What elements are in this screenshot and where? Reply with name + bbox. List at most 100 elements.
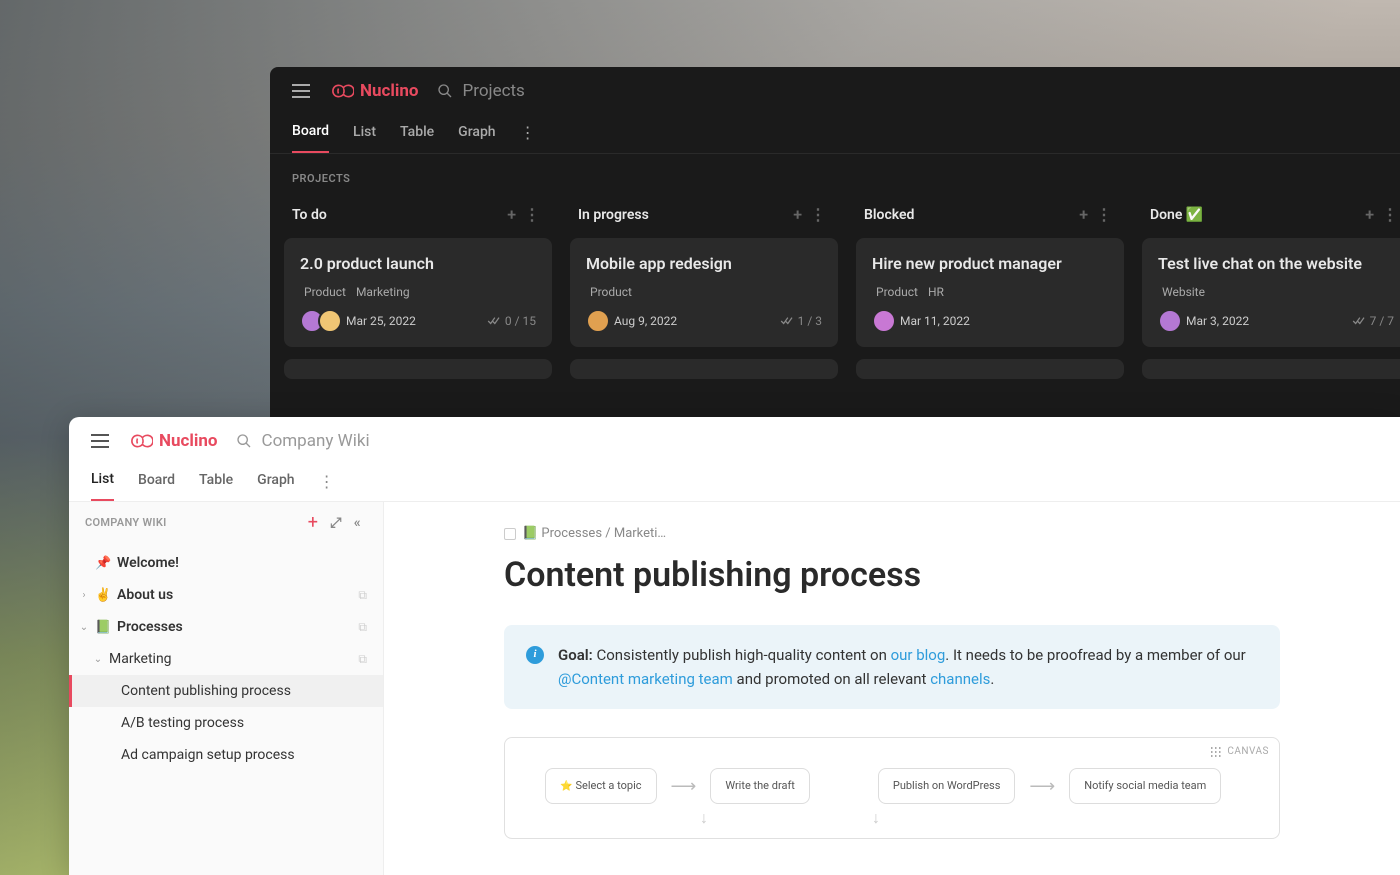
- tab-table[interactable]: Table: [400, 116, 434, 152]
- column-more-icon[interactable]: ⋮: [1378, 205, 1400, 224]
- copy-icon[interactable]: ⧉: [358, 620, 367, 635]
- item-label: A/B testing process: [121, 715, 367, 731]
- card-tags: Website: [1162, 285, 1394, 299]
- sidebar-item[interactable]: Ad campaign setup process: [69, 739, 383, 771]
- card-placeholder[interactable]: [1142, 359, 1400, 379]
- search[interactable]: Projects: [437, 81, 525, 101]
- link-content-team[interactable]: @Content marketing team: [558, 670, 733, 688]
- board-column: In progress + ⋮ Mobile app redesign Produ…: [570, 195, 838, 391]
- card-footer: Mar 25, 2022 0 / 15: [300, 309, 536, 333]
- brain-icon: [328, 82, 354, 100]
- checkbox-icon[interactable]: [504, 528, 516, 540]
- card-footer: Mar 11, 2022: [872, 309, 1108, 333]
- logo[interactable]: Nuclino: [328, 81, 419, 101]
- chevron-icon[interactable]: ⌄: [79, 622, 89, 633]
- card-placeholder[interactable]: [284, 359, 552, 379]
- card-placeholder[interactable]: [856, 359, 1124, 379]
- flow-node[interactable]: Notify social media team: [1069, 768, 1221, 804]
- avatar: [872, 309, 896, 333]
- info-icon: i: [526, 646, 544, 664]
- canvas[interactable]: CANVAS Select a topic ⟶ Write the draft …: [504, 737, 1280, 839]
- add-card-icon[interactable]: +: [1361, 205, 1378, 224]
- card-date: Mar 3, 2022: [1186, 314, 1342, 328]
- link-channels[interactable]: channels: [930, 670, 990, 688]
- column-title: To do: [292, 207, 503, 223]
- sidebar-item[interactable]: ⌄ Marketing ⧉: [69, 643, 383, 675]
- avatars: [872, 309, 890, 333]
- add-card-icon[interactable]: +: [503, 205, 520, 224]
- card[interactable]: 2.0 product launch ProductMarketing Mar …: [284, 238, 552, 347]
- search-placeholder: Company Wiki: [262, 431, 370, 451]
- item-emoji: 📌: [95, 556, 111, 571]
- add-icon[interactable]: +: [302, 512, 325, 533]
- column-more-icon[interactable]: ⋮: [520, 205, 544, 224]
- tab-more-icon[interactable]: ⋮: [319, 472, 335, 495]
- tab-graph[interactable]: Graph: [458, 116, 495, 152]
- page-title: Content publishing process: [504, 555, 1280, 595]
- add-card-icon[interactable]: +: [1075, 205, 1092, 224]
- sidebar-item[interactable]: Content publishing process: [69, 675, 383, 707]
- menu-icon[interactable]: [292, 84, 310, 98]
- tab-list[interactable]: List: [91, 465, 114, 501]
- avatars: [586, 309, 604, 333]
- flow-node[interactable]: Select a topic: [545, 768, 657, 804]
- tab-graph[interactable]: Graph: [257, 466, 294, 500]
- card[interactable]: Hire new product manager ProductHR Mar 1…: [856, 238, 1124, 347]
- item-label: Ad campaign setup process: [121, 747, 367, 763]
- callout-text: and promoted on all relevant: [733, 670, 930, 688]
- sidebar-item[interactable]: 📌Welcome!: [69, 547, 383, 579]
- tab-more-icon[interactable]: ⋮: [520, 123, 536, 146]
- light-header: Nuclino Company Wiki: [69, 417, 1400, 465]
- copy-icon[interactable]: ⧉: [358, 588, 367, 603]
- card-tags: ProductHR: [876, 285, 1108, 299]
- link-our-blog[interactable]: our blog: [891, 646, 946, 664]
- card-title: Test live chat on the website: [1158, 254, 1394, 273]
- item-emoji: ✌️: [95, 588, 111, 603]
- section-label: PROJECTS: [270, 154, 1400, 195]
- card-date: Aug 9, 2022: [614, 314, 770, 328]
- board-column: Blocked + ⋮Hire new product manager Prod…: [856, 195, 1124, 391]
- expand-icon[interactable]: ⤢: [324, 515, 348, 531]
- sidebar-item[interactable]: ⌄📗Processes⧉: [69, 611, 383, 643]
- chevron-icon[interactable]: ›: [79, 590, 89, 601]
- card-footer: Mar 3, 2022 7 / 7: [1158, 309, 1394, 333]
- copy-icon[interactable]: ⧉: [358, 652, 367, 667]
- tab-table[interactable]: Table: [199, 466, 233, 500]
- card-title: Hire new product manager: [872, 254, 1108, 273]
- tag: Product: [590, 285, 632, 299]
- column-more-icon[interactable]: ⋮: [806, 205, 830, 224]
- collapse-icon[interactable]: «: [348, 515, 367, 531]
- card-placeholder[interactable]: [570, 359, 838, 379]
- tag: Marketing: [356, 285, 410, 299]
- avatars: [1158, 309, 1176, 333]
- flow-node[interactable]: Write the draft: [710, 768, 810, 804]
- add-card-icon[interactable]: +: [789, 205, 806, 224]
- board-column: Done ✅ + ⋮Test live chat on the website …: [1142, 195, 1400, 391]
- goal-callout: i Goal: Consistently publish high-qualit…: [504, 625, 1280, 709]
- card-tags: ProductMarketing: [304, 285, 536, 299]
- flow-node[interactable]: Publish on WordPress: [878, 768, 1016, 804]
- breadcrumb[interactable]: 📗 Processes / Marketi…: [504, 526, 1280, 541]
- menu-icon[interactable]: [91, 434, 109, 448]
- avatar: [586, 309, 610, 333]
- card[interactable]: Mobile app redesign Product Aug 9, 2022 …: [570, 238, 838, 347]
- search[interactable]: Company Wiki: [236, 431, 370, 451]
- chevron-icon[interactable]: ⌄: [93, 654, 103, 665]
- board-columns: To do + ⋮ 2.0 product launch ProductMarke…: [270, 195, 1400, 391]
- item-label: Marketing: [109, 651, 352, 667]
- column-title: In progress: [578, 207, 789, 223]
- callout-text: . It needs to be proofread by a member o…: [945, 646, 1245, 664]
- card[interactable]: Test live chat on the website Website Ma…: [1142, 238, 1400, 347]
- callout-text: Consistently publish high-quality conten…: [593, 646, 891, 664]
- tab-board[interactable]: Board: [138, 466, 175, 500]
- logo[interactable]: Nuclino: [127, 431, 218, 451]
- sidebar-item[interactable]: › ✌️ About us ⧉: [69, 579, 383, 611]
- tab-board[interactable]: Board: [292, 115, 329, 153]
- avatar: [1158, 309, 1182, 333]
- sidebar: COMPANY WIKI + ⤢ « 📌Welcome!›✌️About us⧉…: [69, 502, 384, 875]
- callout-text: .: [990, 670, 994, 688]
- sidebar-item[interactable]: A/B testing process: [69, 707, 383, 739]
- item-label: About us: [117, 587, 352, 603]
- tab-list[interactable]: List: [353, 116, 376, 152]
- column-more-icon[interactable]: ⋮: [1092, 205, 1116, 224]
